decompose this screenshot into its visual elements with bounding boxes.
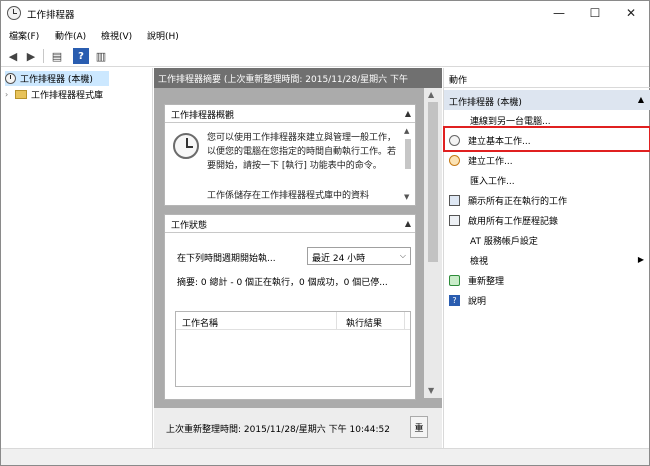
actions-header: 動作 <box>444 68 650 88</box>
collapse-icon[interactable]: ▲ <box>405 219 411 228</box>
toolbar: ◀ ▶ ▤ ? ▥ <box>1 45 649 67</box>
clock-icon <box>5 73 16 84</box>
table-header: 工作名稱 執行結果 <box>176 312 410 330</box>
back-arrow-icon[interactable]: ◀ <box>5 48 21 64</box>
action-view[interactable]: 檢視 ▶ <box>444 250 650 270</box>
action-create-task[interactable]: 建立工作... <box>444 150 650 170</box>
collapse-icon[interactable]: ▲ <box>638 95 644 104</box>
collapse-icon[interactable]: ▲ <box>405 109 411 118</box>
scroll-down-icon[interactable]: ▼ <box>404 193 409 201</box>
help-icon: ? <box>449 294 460 306</box>
action-label: 檢視 <box>470 256 489 267</box>
column-task-name[interactable]: 工作名稱 <box>182 316 218 329</box>
chevron-down-icon: ⌵ <box>399 251 406 260</box>
action-at-service-config[interactable]: AT 服務帳戶設定 <box>444 230 650 250</box>
task-scheduler-window: 工作排程器 — ☐ ✕ 檔案(F) 動作(A) 檢視(V) 說明(H) ◀ ▶ … <box>0 0 650 466</box>
highlight-box <box>443 126 650 152</box>
history-icon <box>449 214 460 226</box>
scroll-thumb[interactable] <box>428 102 438 262</box>
action-import-task[interactable]: 匯入工作... <box>444 170 650 190</box>
scroll-up-icon[interactable]: ▲ <box>428 90 434 99</box>
chevron-right-icon[interactable]: › <box>5 90 15 99</box>
menu-bar: 檔案(F) 動作(A) 檢視(V) 說明(H) <box>1 26 649 44</box>
task-status-table: 工作名稱 執行結果 <box>175 311 411 387</box>
tree-item-label: 工作排程器程式庫 <box>31 91 104 101</box>
tree-item-library[interactable]: › 工作排程器程式庫 <box>5 87 103 102</box>
tree-item-task-scheduler-local[interactable]: 工作排程器 (本機) <box>5 71 109 86</box>
create-task-icon <box>449 154 460 166</box>
column-divider <box>404 312 405 330</box>
action-help[interactable]: ? 說明 <box>444 290 650 310</box>
action-label: AT 服務帳戶設定 <box>470 236 538 247</box>
action-pane-icon[interactable]: ▥ <box>93 48 109 64</box>
maximize-button[interactable]: ☐ <box>577 1 613 25</box>
refresh-icon <box>449 274 460 286</box>
column-run-result[interactable]: 執行結果 <box>346 316 382 329</box>
folder-icon <box>15 90 27 99</box>
menu-view[interactable]: 檢視(V) <box>101 29 132 42</box>
clock-icon <box>173 133 199 159</box>
action-display-running-tasks[interactable]: 顯示所有正在執行的工作 <box>444 190 650 210</box>
console-tree: 工作排程器 (本機) › 工作排程器程式庫 <box>1 68 153 448</box>
scroll-down-icon[interactable]: ▼ <box>428 386 434 395</box>
forward-arrow-icon[interactable]: ▶ <box>23 48 39 64</box>
status-bar <box>1 448 649 465</box>
summary-scrollbar[interactable]: ▲ ▼ <box>424 88 442 398</box>
title-bar: 工作排程器 — ☐ ✕ <box>1 1 649 25</box>
overview-title-text: 工作排程器概觀 <box>171 111 235 121</box>
menu-action[interactable]: 動作(A) <box>55 29 86 42</box>
help-icon[interactable]: ? <box>73 48 89 64</box>
column-divider <box>336 312 337 330</box>
last-refresh-time: 上次重新整理時間: 2015/11/28/星期六 下午 10:44:52 <box>166 425 390 435</box>
action-label: 匯入工作... <box>470 176 515 187</box>
menu-file[interactable]: 檔案(F) <box>9 29 39 42</box>
refresh-bar: 上次重新整理時間: 2015/11/28/星期六 下午 10:44:52 重 <box>154 408 442 448</box>
running-tasks-icon <box>449 194 460 206</box>
overview-scrollbar[interactable]: ▲ ▼ <box>403 127 413 201</box>
overview-description-2: 工作係儲存在工作排程器程式庫中的資料 <box>207 191 370 201</box>
action-label: 重新整理 <box>468 276 505 287</box>
minimize-button[interactable]: — <box>541 1 577 25</box>
action-label: 顯示所有正在執行的工作 <box>468 196 568 207</box>
status-title-text: 工作狀態 <box>171 221 208 231</box>
overview-description: 您可以使用工作排程器來建立與管理一般工作，以便您的電腦在您指定的時間自動執行工作… <box>207 133 397 171</box>
overview-title: 工作排程器概觀 ▲ <box>165 105 415 123</box>
action-label: 連線到另一台電腦... <box>470 116 551 127</box>
refresh-button[interactable]: 重 <box>410 416 428 438</box>
actions-subheader-label: 工作排程器 (本機) <box>449 98 522 108</box>
overview-panel: 工作排程器概觀 ▲ 您可以使用工作排程器來建立與管理一般工作，以便您的電腦在您指… <box>164 104 416 206</box>
actions-subheader[interactable]: 工作排程器 (本機) ▲ <box>444 90 650 110</box>
action-refresh[interactable]: 重新整理 <box>444 270 650 290</box>
action-label: 啟用所有工作歷程記錄 <box>468 216 559 227</box>
period-row: 在下列時間週期開始執... 最近 24 小時 ⌵ <box>165 247 417 267</box>
action-enable-history[interactable]: 啟用所有工作歷程記錄 <box>444 210 650 230</box>
task-scheduler-app-icon <box>7 6 21 20</box>
summary-pane: 工作排程器摘要 (上次重新整理時間: 2015/11/28/星期六 下午 ▲ ▼… <box>154 68 442 448</box>
action-label: 說明 <box>468 296 487 307</box>
menu-help[interactable]: 說明(H) <box>147 29 179 42</box>
status-title: 工作狀態 ▲ <box>165 215 415 233</box>
submenu-arrow-icon: ▶ <box>637 255 644 264</box>
summary-header: 工作排程器摘要 (上次重新整理時間: 2015/11/28/星期六 下午 <box>154 68 442 88</box>
scroll-thumb[interactable] <box>405 139 411 169</box>
toolbar-separator <box>43 49 44 63</box>
period-select-value: 最近 24 小時 <box>312 254 366 264</box>
status-summary: 摘要: 0 總計 - 0 個正在執行，0 個成功，0 個已停... <box>177 278 388 288</box>
actions-pane: 動作 工作排程器 (本機) ▲ 連線到另一台電腦... 建立基本工作... 建立… <box>443 68 650 448</box>
tree-item-label: 工作排程器 (本機) <box>20 75 93 85</box>
scroll-up-icon[interactable]: ▲ <box>404 127 409 135</box>
period-label: 在下列時間週期開始執... <box>177 254 276 264</box>
close-button[interactable]: ✕ <box>613 1 649 25</box>
window-title: 工作排程器 <box>27 10 75 21</box>
action-label: 建立工作... <box>468 156 513 167</box>
show-hide-tree-icon[interactable]: ▤ <box>49 48 65 64</box>
task-status-panel: 工作狀態 ▲ 在下列時間週期開始執... 最近 24 小時 ⌵ 摘要: 0 總計… <box>164 214 416 400</box>
period-select[interactable]: 最近 24 小時 ⌵ <box>307 247 411 265</box>
